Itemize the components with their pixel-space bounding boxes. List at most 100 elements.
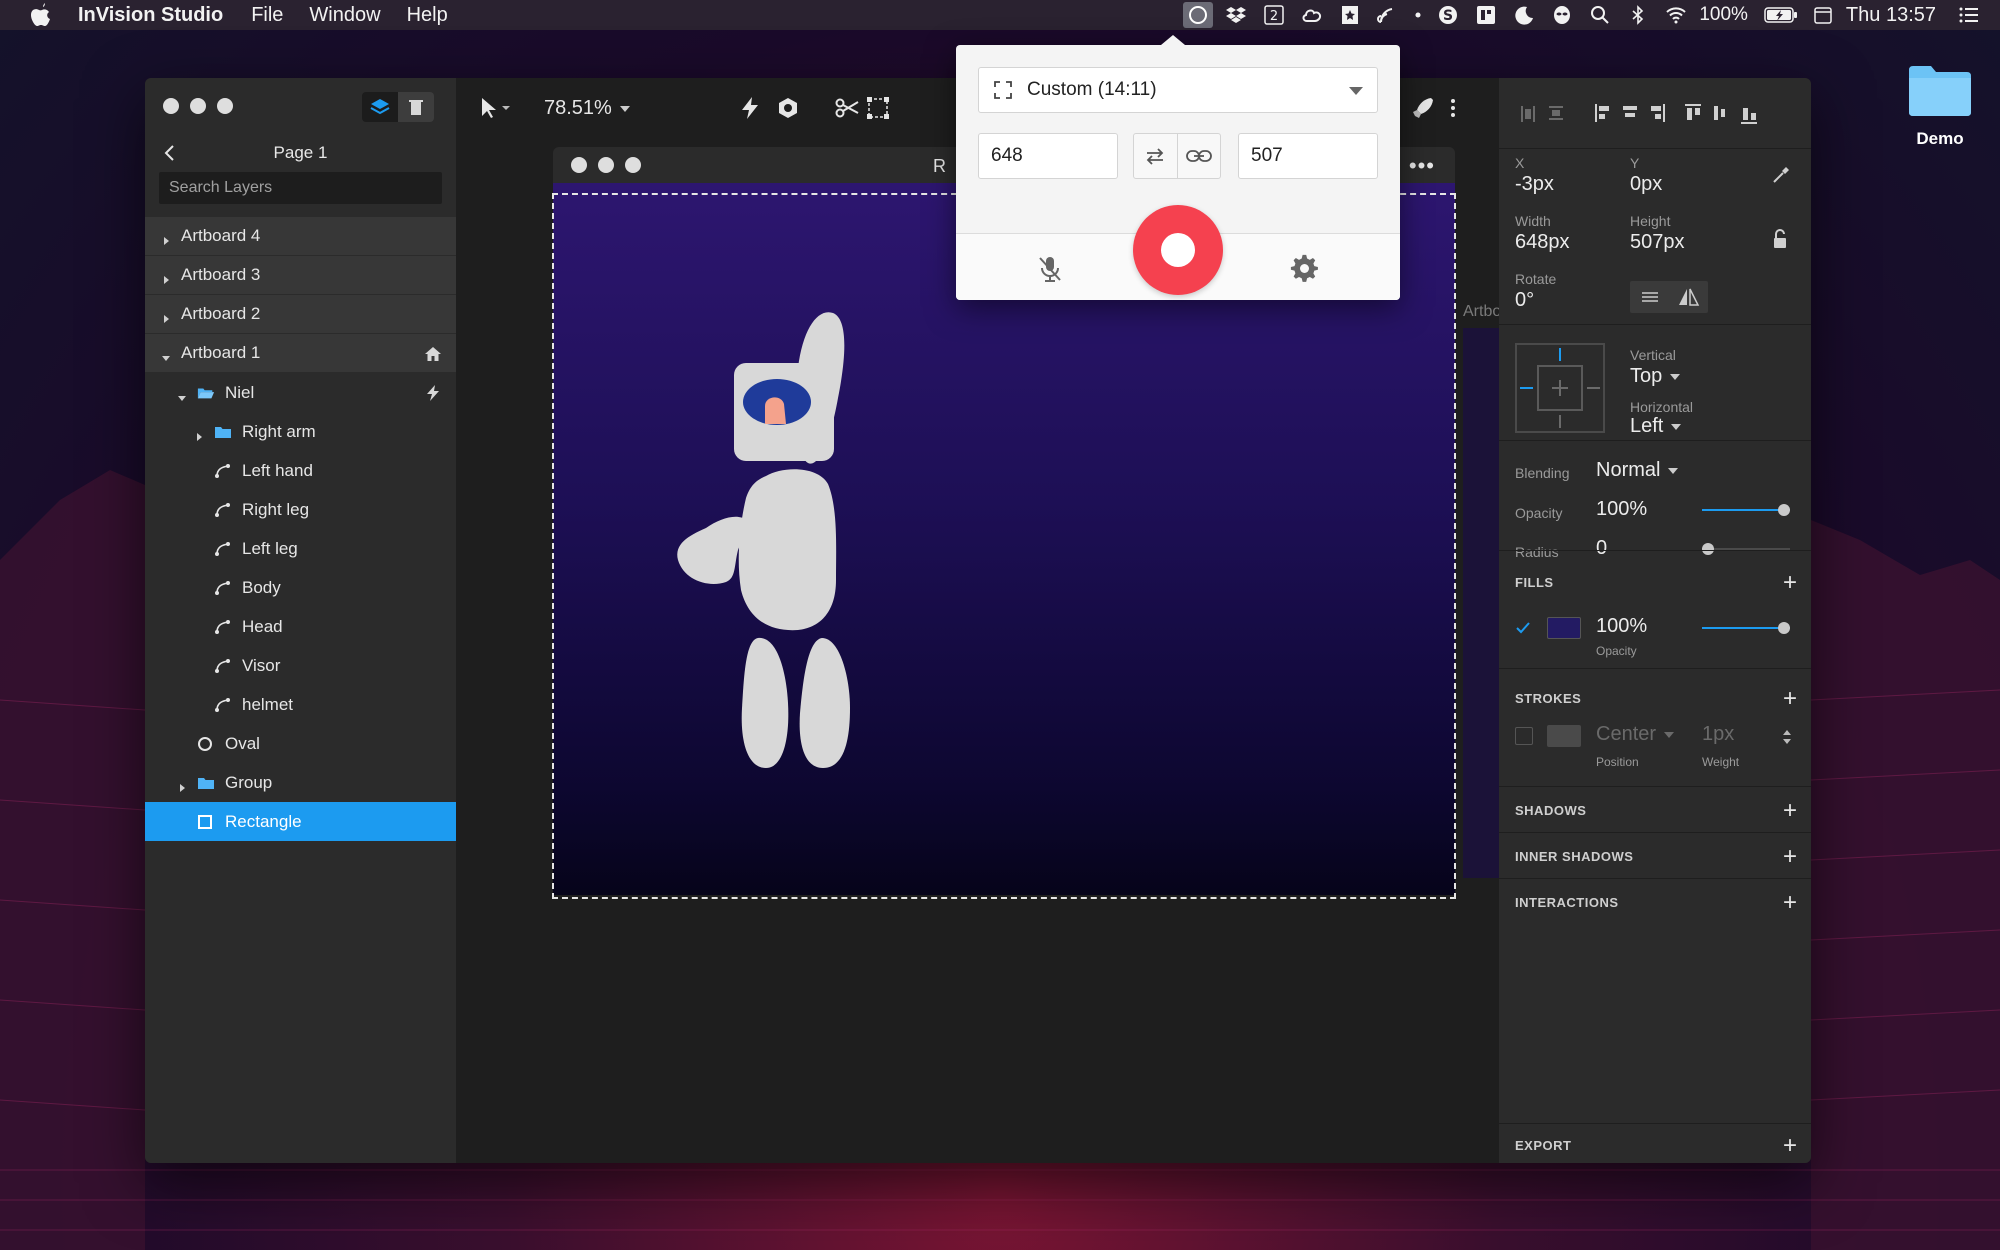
menu-file[interactable]: File: [251, 4, 283, 27]
chevron-right-icon[interactable]: [177, 778, 187, 792]
desktop-folder-demo[interactable]: Demo: [1900, 62, 1980, 149]
layer-row[interactable]: Niel: [145, 373, 456, 412]
width-value[interactable]: 648px: [1515, 231, 1570, 254]
artboard-row[interactable]: Artboard 3: [145, 256, 456, 295]
blending-select[interactable]: Normal: [1596, 459, 1679, 482]
home-icon[interactable]: [424, 345, 442, 363]
grid-icon[interactable]: [1471, 2, 1501, 28]
distribute-horizontal-icon[interactable]: [1521, 106, 1535, 122]
record-width-input[interactable]: [978, 133, 1118, 179]
distribute-vertical-icon[interactable]: [1549, 106, 1563, 120]
stroke-weight-value[interactable]: 1px: [1702, 723, 1734, 746]
artboard-row[interactable]: Artboard 1: [145, 334, 456, 373]
dot-icon[interactable]: [1411, 2, 1425, 28]
stroke-checkbox[interactable]: [1515, 727, 1533, 745]
align-bottom-icon[interactable]: [1741, 108, 1757, 124]
layer-row[interactable]: Rectangle: [145, 802, 456, 841]
lightning-icon[interactable]: [739, 96, 761, 120]
preset-select[interactable]: Custom (14:11): [978, 67, 1378, 113]
artboard-row[interactable]: Artboard 4: [145, 217, 456, 256]
rotate-value[interactable]: 0°: [1515, 289, 1534, 312]
flip-vertical-icon[interactable]: [1669, 281, 1708, 313]
checkmark-icon[interactable]: [1515, 621, 1531, 635]
menu-help[interactable]: Help: [407, 4, 448, 27]
fill-opacity-value[interactable]: 100%: [1596, 615, 1647, 638]
layer-row[interactable]: helmet: [145, 685, 456, 724]
gear-icon[interactable]: [1290, 254, 1320, 284]
add-shadow-plus-icon[interactable]: +: [1783, 799, 1797, 823]
chevron-right-icon[interactable]: [194, 427, 204, 441]
menu-window[interactable]: Window: [309, 4, 380, 27]
link-dimensions-button[interactable]: [1176, 134, 1220, 178]
eyedropper-icon[interactable]: [1771, 165, 1791, 185]
fill-opacity-slider[interactable]: [1702, 622, 1790, 634]
opacity-slider[interactable]: [1702, 504, 1790, 516]
alien-icon[interactable]: [1547, 2, 1577, 28]
scissors-icon[interactable]: [834, 96, 860, 120]
opacity-value[interactable]: 100%: [1596, 498, 1647, 521]
fill-color-swatch[interactable]: [1547, 617, 1581, 639]
add-interaction-plus-icon[interactable]: +: [1783, 891, 1797, 915]
swap-dimensions-button[interactable]: [1134, 134, 1177, 178]
page-title[interactable]: Page 1: [274, 143, 328, 163]
flip-horizontal-icon[interactable]: [1630, 281, 1669, 313]
dropbox-icon[interactable]: [1221, 2, 1251, 28]
bluetooth-icon[interactable]: [1623, 2, 1653, 28]
layer-row[interactable]: Group: [145, 763, 456, 802]
search-layers-input[interactable]: [159, 172, 442, 204]
path-edit-icon[interactable]: [866, 96, 890, 120]
align-middle-vertical-icon[interactable]: [1714, 106, 1725, 120]
battery-icon[interactable]: [1762, 2, 1800, 28]
menu-icon[interactable]: [1954, 2, 1984, 28]
layer-row[interactable]: Body: [145, 568, 456, 607]
rocket-icon[interactable]: [1411, 96, 1435, 120]
app-name-menu[interactable]: InVision Studio: [78, 4, 223, 27]
lightning-icon[interactable]: [424, 384, 442, 402]
align-left-icon[interactable]: [1595, 104, 1609, 122]
layer-row[interactable]: Left leg: [145, 529, 456, 568]
astronaut-illustration[interactable]: [618, 228, 858, 788]
select-tool-icon[interactable]: [478, 96, 514, 120]
close-window-button[interactable]: [163, 98, 179, 114]
stroke-position-select[interactable]: Center: [1596, 723, 1675, 746]
add-export-plus-icon[interactable]: +: [1783, 1134, 1797, 1158]
add-stroke-plus-icon[interactable]: +: [1783, 687, 1797, 711]
assets-tab[interactable]: [398, 92, 434, 122]
minimize-window-button[interactable]: [190, 98, 206, 114]
creative-cloud-icon[interactable]: [1297, 2, 1327, 28]
chevron-right-icon[interactable]: [161, 270, 171, 284]
chevron-right-icon[interactable]: [161, 309, 171, 323]
x-value[interactable]: -3px: [1515, 173, 1554, 196]
layer-row[interactable]: Head: [145, 607, 456, 646]
record-button[interactable]: [1133, 205, 1223, 295]
fill-opacity-slider-knob[interactable]: [1778, 622, 1790, 634]
chevron-down-icon[interactable]: [177, 388, 187, 401]
constraints-widget[interactable]: [1515, 343, 1605, 433]
zoom-window-button[interactable]: [217, 98, 233, 114]
wifi-icon[interactable]: [1661, 2, 1691, 28]
two-badge-icon[interactable]: 2: [1259, 2, 1289, 28]
artboard-row[interactable]: Artboard 2: [145, 295, 456, 334]
layers-tab[interactable]: [362, 92, 398, 122]
layer-row[interactable]: Right arm: [145, 412, 456, 451]
align-top-icon[interactable]: [1685, 104, 1701, 120]
preview-zoom-button[interactable]: [625, 157, 641, 173]
chevron-left-icon[interactable]: [163, 144, 175, 162]
calendar-icon[interactable]: [1808, 2, 1838, 28]
more-horizontal-icon[interactable]: •••: [1409, 153, 1435, 179]
record-circle-icon[interactable]: [1183, 2, 1214, 28]
bookmark-icon[interactable]: [1335, 2, 1365, 28]
stroke-color-swatch[interactable]: [1547, 725, 1581, 747]
stepper-icon[interactable]: [1781, 727, 1793, 747]
broadcast-icon[interactable]: [1373, 2, 1403, 28]
add-fill-plus-icon[interactable]: +: [1783, 571, 1797, 595]
side-artboard[interactable]: [1463, 328, 1499, 878]
more-vertical-icon[interactable]: [1448, 96, 1458, 120]
unlock-icon[interactable]: [1773, 229, 1787, 249]
zoom-level[interactable]: 78.51%: [544, 97, 630, 120]
microphone-muted-icon[interactable]: [1036, 254, 1064, 284]
height-value[interactable]: 507px: [1630, 231, 1685, 254]
moon-icon[interactable]: [1509, 2, 1539, 28]
layer-row[interactable]: Right leg: [145, 490, 456, 529]
apple-icon[interactable]: [28, 3, 50, 27]
